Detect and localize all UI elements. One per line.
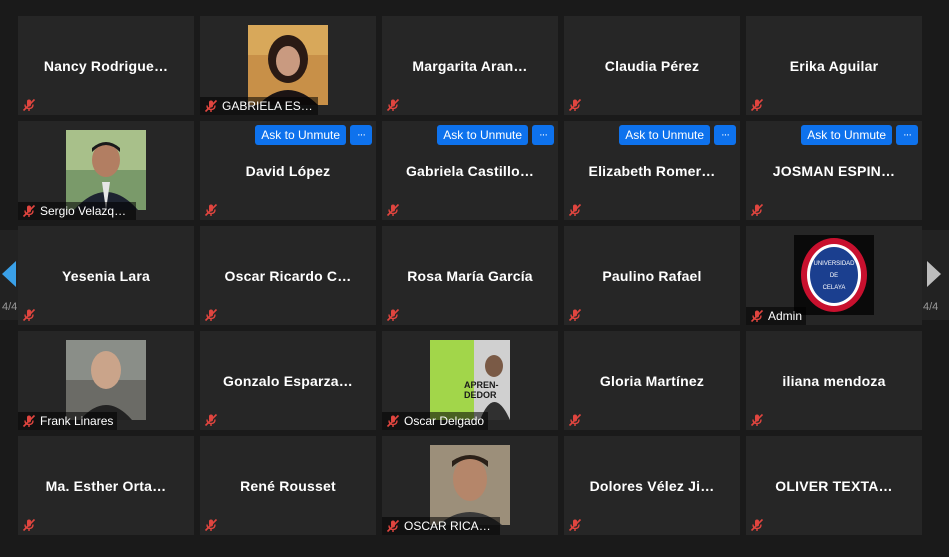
- muted-mic-icon: [386, 414, 400, 428]
- participant-gallery: Nancy Rodrigue… GABRIELA ESPIN… Margarita …: [18, 16, 922, 535]
- muted-mic-icon: [386, 308, 400, 322]
- participant-photo: [66, 130, 146, 210]
- muted-mic-icon: [204, 203, 218, 217]
- participant-tile[interactable]: Claudia Pérez: [564, 16, 740, 115]
- ask-to-unmute-button[interactable]: Ask to Unmute: [437, 125, 528, 145]
- participant-tile[interactable]: Gloria Martínez: [564, 331, 740, 430]
- participant-tile[interactable]: René Rousset: [200, 436, 376, 535]
- participant-tile[interactable]: iliana mendoza: [746, 331, 922, 430]
- participant-photo: APREN- DEDOR: [430, 340, 510, 420]
- participant-tile[interactable]: David López Ask to Unmute ···: [200, 121, 376, 220]
- participant-tile[interactable]: Margarita Aran…: [382, 16, 558, 115]
- participant-name: Rosa María García: [407, 267, 533, 284]
- participant-photo: [430, 445, 510, 525]
- muted-mic-icon: [750, 203, 764, 217]
- participant-name: Erika Aguilar: [789, 57, 879, 74]
- muted-mic-icon: [204, 308, 218, 322]
- participant-name: Oscar Ricardo C…: [224, 267, 352, 284]
- participant-tile[interactable]: Sergio Velazqu…: [18, 121, 194, 220]
- participant-tile[interactable]: Gabriela Castillo… Ask to Unmute ···: [382, 121, 558, 220]
- svg-text:CELAYA: CELAYA: [823, 285, 846, 291]
- participant-name: Yesenia Lara: [61, 267, 150, 284]
- muted-mic-icon: [386, 203, 400, 217]
- participant-tile[interactable]: Rosa María García: [382, 226, 558, 325]
- muted-mic-icon: [386, 519, 400, 533]
- participant-name: Paulino Rafael: [602, 267, 702, 284]
- participant-photo: [66, 340, 146, 420]
- participant-name: Gonzalo Esparza…: [222, 372, 353, 389]
- participant-tile[interactable]: APREN- DEDOR Oscar Delgado: [382, 331, 558, 430]
- participant-name: OLIVER TEXTA…: [775, 477, 893, 494]
- svg-text:DE: DE: [830, 273, 838, 279]
- more-options-button[interactable]: ···: [350, 125, 372, 145]
- participant-name: JOSMAN ESPIN…: [772, 162, 896, 179]
- participant-name: Nancy Rodrigue…: [43, 57, 169, 74]
- participant-tile[interactable]: Erika Aguilar: [746, 16, 922, 115]
- next-page-arrow-icon[interactable]: [925, 259, 943, 289]
- participant-tile[interactable]: Elizabeth Romer… Ask to Unmute ···: [564, 121, 740, 220]
- participant-tile[interactable]: Nancy Rodrigue…: [18, 16, 194, 115]
- ask-to-unmute-button[interactable]: Ask to Unmute: [255, 125, 346, 145]
- muted-mic-icon: [750, 98, 764, 112]
- participant-name: Dolores Vélez Ji…: [589, 477, 715, 494]
- participant-tile[interactable]: Ma. Esther Orta…: [18, 436, 194, 535]
- participant-name: René Rousset: [240, 477, 336, 494]
- participant-name: Claudia Pérez: [604, 57, 700, 74]
- participant-tile[interactable]: Paulino Rafael: [564, 226, 740, 325]
- page-indicator-right: 4/4: [923, 301, 939, 313]
- more-options-button[interactable]: ···: [714, 125, 736, 145]
- muted-mic-icon: [568, 413, 582, 427]
- participant-name-label: OSCAR RICARD…: [382, 517, 500, 535]
- participant-name-label: GABRIELA ESPIN…: [200, 97, 318, 115]
- muted-mic-icon: [568, 308, 582, 322]
- participant-tile[interactable]: Gonzalo Esparza…: [200, 331, 376, 430]
- participant-name-label: Admin: [746, 307, 807, 325]
- participant-tile[interactable]: Dolores Vélez Ji…: [564, 436, 740, 535]
- muted-mic-icon: [22, 518, 36, 532]
- participant-tile[interactable]: GABRIELA ESPIN…: [200, 16, 376, 115]
- ask-to-unmute-button[interactable]: Ask to Unmute: [801, 125, 892, 145]
- participant-photo: [248, 25, 328, 105]
- participant-name: iliana mendoza: [782, 372, 886, 389]
- participant-photo: UNIVERSIDAD DE CELAYA: [794, 235, 874, 315]
- previous-page-arrow-icon[interactable]: [0, 259, 18, 289]
- participant-tile[interactable]: Oscar Ricardo C…: [200, 226, 376, 325]
- svg-text:APREN-: APREN-: [464, 380, 499, 390]
- participant-name: David López: [245, 162, 331, 179]
- participant-name-label: Frank Linares: [18, 412, 118, 430]
- muted-mic-icon: [204, 413, 218, 427]
- more-options-button[interactable]: ···: [896, 125, 918, 145]
- muted-mic-icon: [386, 98, 400, 112]
- page-indicator-left: 4/4: [2, 301, 18, 313]
- svg-text:UNIVERSIDAD: UNIVERSIDAD: [813, 261, 855, 267]
- participant-name: Gloria Martínez: [599, 372, 705, 389]
- participant-tile[interactable]: UNIVERSIDAD DE CELAYA Admin: [746, 226, 922, 325]
- muted-mic-icon: [750, 518, 764, 532]
- muted-mic-icon: [750, 309, 764, 323]
- participant-name-label: Oscar Delgado: [382, 412, 489, 430]
- participant-tile[interactable]: Yesenia Lara: [18, 226, 194, 325]
- participant-tile[interactable]: Frank Linares: [18, 331, 194, 430]
- svg-text:DEDOR: DEDOR: [464, 390, 497, 400]
- muted-mic-icon: [568, 98, 582, 112]
- participant-name-label: Sergio Velazqu…: [18, 202, 136, 220]
- participant-tile[interactable]: OSCAR RICARD…: [382, 436, 558, 535]
- muted-mic-icon: [204, 518, 218, 532]
- muted-mic-icon: [568, 203, 582, 217]
- muted-mic-icon: [568, 518, 582, 532]
- muted-mic-icon: [22, 308, 36, 322]
- participant-name: Ma. Esther Orta…: [45, 477, 167, 494]
- muted-mic-icon: [22, 98, 36, 112]
- muted-mic-icon: [204, 99, 218, 113]
- muted-mic-icon: [750, 413, 764, 427]
- participant-tile[interactable]: OLIVER TEXTA…: [746, 436, 922, 535]
- muted-mic-icon: [22, 414, 36, 428]
- more-options-button[interactable]: ···: [532, 125, 554, 145]
- participant-name: Margarita Aran…: [412, 57, 528, 74]
- participant-name: Gabriela Castillo…: [405, 162, 535, 179]
- participant-name: Elizabeth Romer…: [588, 162, 716, 179]
- muted-mic-icon: [22, 204, 36, 218]
- ask-to-unmute-button[interactable]: Ask to Unmute: [619, 125, 710, 145]
- participant-tile[interactable]: JOSMAN ESPIN… Ask to Unmute ···: [746, 121, 922, 220]
